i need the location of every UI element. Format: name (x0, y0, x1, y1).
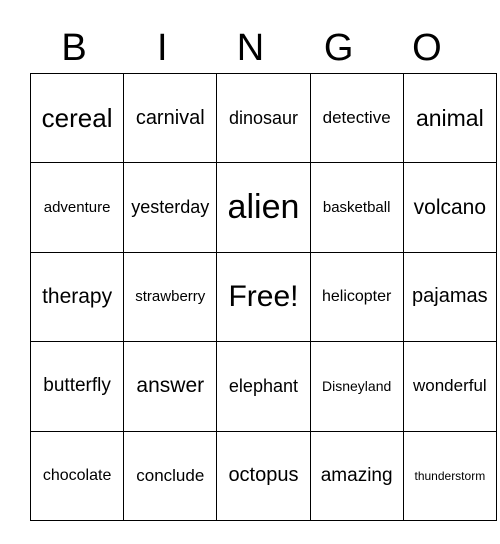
bingo-cell: wonderful (402, 341, 497, 432)
bingo-cell: amazing (309, 430, 404, 521)
bingo-cell: elephant (216, 341, 311, 432)
header-letter: O (412, 27, 442, 69)
bingo-cell: thunderstorm (402, 430, 497, 521)
bingo-cell: answer (123, 341, 218, 432)
bingo-cell: chocolate (29, 430, 125, 521)
bingo-cell: conclude (123, 430, 218, 521)
bingo-cell: octopus (216, 430, 311, 521)
free-space-cell: Free! (216, 251, 311, 343)
header-letter: G (323, 27, 354, 69)
bingo-cell: butterfly (29, 341, 125, 432)
bingo-cell: alien (216, 162, 311, 253)
bingo-cell: basketball (309, 162, 404, 253)
bingo-cell: Disneyland (309, 341, 404, 432)
bingo-header: B I N G O (30, 26, 471, 70)
header-letter: B (61, 27, 87, 69)
grid-row: therapy strawberry Free! helicopter pajamas (29, 251, 497, 343)
grid-row: butterfly answer elephant Disneyland wonderf… (29, 341, 497, 432)
bingo-cell: yesterday (123, 162, 218, 253)
bingo-cell: cereal (29, 72, 125, 164)
grid-row: cereal carnival dinosaur detective animal (29, 72, 497, 164)
bingo-cell: detective (309, 72, 404, 164)
bingo-cell: strawberry (123, 251, 218, 343)
bingo-cell: adventure (29, 162, 125, 253)
bingo-cell: helicopter (309, 251, 404, 343)
bingo-cell: therapy (29, 251, 125, 343)
bingo-cell: carnival (123, 72, 218, 164)
header-letter: N (236, 27, 265, 69)
grid-row: adventure yesterday alien basketball volcano (29, 162, 497, 253)
grid-row: chocolate conclude octopus amazing thunderst… (29, 430, 497, 521)
bingo-cell: animal (402, 72, 497, 164)
bingo-cell: dinosaur (216, 72, 311, 164)
bingo-cell: volcano (402, 162, 497, 253)
bingo-grid: cereal carnival dinosaur detective animal adv… (29, 72, 497, 521)
bingo-cell: pajamas (402, 251, 497, 343)
header-letter: I (157, 27, 168, 69)
